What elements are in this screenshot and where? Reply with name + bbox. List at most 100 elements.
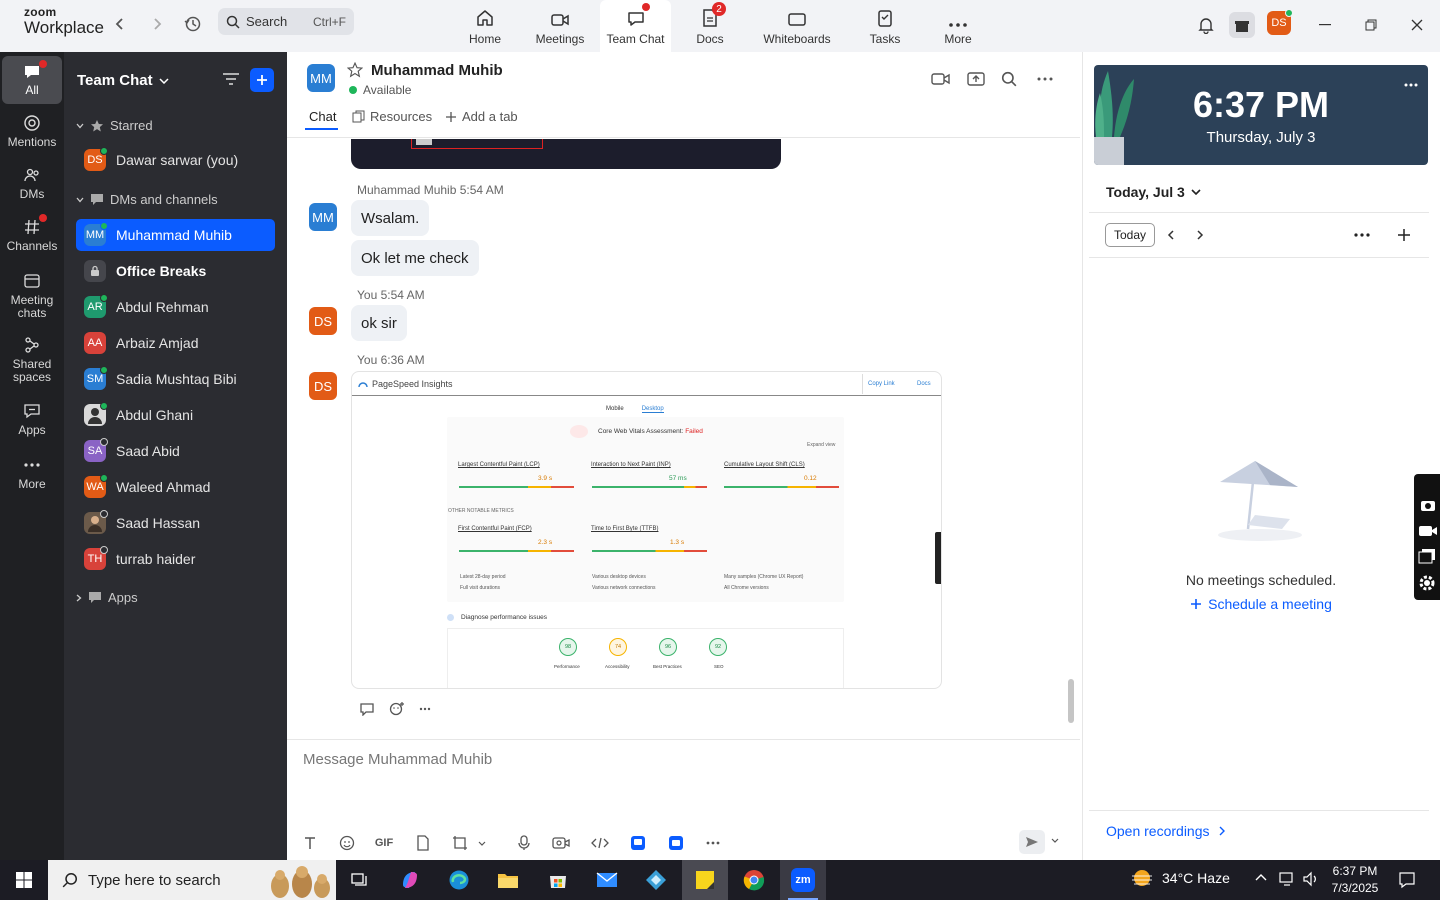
contact-avatar[interactable]: MM xyxy=(307,64,335,92)
next-day-icon[interactable] xyxy=(1196,229,1204,241)
camera-icon[interactable] xyxy=(1420,498,1436,512)
message-input[interactable]: Message Muhammad Muhib xyxy=(303,751,492,768)
minimize-icon[interactable] xyxy=(1312,12,1338,38)
rail-item-mentions[interactable]: Mentions xyxy=(2,114,62,149)
tab-resources[interactable]: Resources xyxy=(352,109,432,124)
rail-item-dms[interactable]: DMs xyxy=(2,166,62,201)
network-icon[interactable] xyxy=(1278,871,1296,887)
app-diamond-icon[interactable] xyxy=(636,864,676,896)
tab-tasks[interactable]: Tasks xyxy=(864,0,906,52)
settings-gear-icon[interactable] xyxy=(1418,574,1436,592)
more-dots-icon[interactable] xyxy=(1404,83,1418,87)
file-attach-icon[interactable] xyxy=(412,832,434,854)
video-record-icon[interactable] xyxy=(1418,524,1438,538)
my-avatar[interactable]: DS xyxy=(309,307,337,335)
app-integration-icon[interactable] xyxy=(627,832,649,854)
screenshot-icon[interactable] xyxy=(449,832,471,854)
sidebar-item-turrab-haider[interactable]: TH turrab haider xyxy=(76,543,275,575)
apps-section[interactable]: Apps xyxy=(76,590,138,605)
forward-arrow-icon[interactable] xyxy=(147,14,167,34)
sidebar-item-saad-hassan[interactable]: Saad Hassan xyxy=(76,507,275,539)
message-bubble[interactable]: Ok let me check xyxy=(351,240,479,276)
back-arrow-icon[interactable] xyxy=(110,14,130,34)
text-format-icon[interactable] xyxy=(299,832,321,854)
today-button[interactable]: Today xyxy=(1105,223,1156,247)
add-event-icon[interactable] xyxy=(1397,228,1411,242)
emoji-reaction-icon[interactable] xyxy=(389,701,405,717)
more-options-icon[interactable] xyxy=(1037,77,1053,81)
schedule-meeting-link[interactable]: Schedule a meeting xyxy=(1083,596,1439,612)
tab-home[interactable]: Home xyxy=(460,0,510,52)
zoom-app-icon[interactable]: zm xyxy=(780,860,826,900)
rail-item-more[interactable]: More xyxy=(2,456,62,491)
microphone-icon[interactable] xyxy=(513,832,535,854)
user-avatar[interactable]: DS xyxy=(1267,9,1293,35)
notification-center-icon[interactable] xyxy=(1398,871,1416,889)
rail-item-meeting-chats[interactable]: Meeting chats xyxy=(2,272,62,320)
tab-meetings[interactable]: Meetings xyxy=(528,0,592,52)
app-integration-icon[interactable] xyxy=(665,832,687,854)
search-input[interactable]: Search Ctrl+F xyxy=(218,8,354,35)
chrome-browser-icon[interactable] xyxy=(734,864,774,896)
search-icon[interactable] xyxy=(1001,71,1017,87)
sidebar-item-dawar-sarwar[interactable]: DS Dawar sarwar (you) xyxy=(76,144,275,176)
task-view-icon[interactable] xyxy=(340,864,380,896)
file-explorer-icon[interactable] xyxy=(488,864,528,896)
mail-icon[interactable] xyxy=(587,864,627,896)
close-icon[interactable] xyxy=(1404,12,1430,38)
reply-icon[interactable] xyxy=(359,702,375,716)
show-hidden-icons-chevron-icon[interactable] xyxy=(1255,873,1267,881)
chevron-down-icon[interactable] xyxy=(475,832,489,854)
sidebar-item-saad-abid[interactable]: SA Saad Abid xyxy=(76,435,275,467)
weather-widget[interactable]: 34°C Haze xyxy=(1130,868,1230,888)
send-button[interactable] xyxy=(1019,830,1045,854)
chat-scrollbar[interactable] xyxy=(1068,679,1074,723)
contact-name[interactable]: Muhammad Muhib xyxy=(371,62,503,79)
rail-item-apps[interactable]: Apps xyxy=(2,402,62,437)
notification-bell-icon[interactable] xyxy=(1193,12,1219,38)
more-dots-icon[interactable] xyxy=(419,707,431,711)
tab-team-chat[interactable]: Team Chat xyxy=(600,0,671,52)
sidebar-title[interactable]: Team Chat xyxy=(77,72,169,89)
sidebar-item-abdul-ghani[interactable]: Abdul Ghani xyxy=(76,399,275,431)
sticky-notes-icon[interactable] xyxy=(682,860,728,900)
sidebar-item-arbaiz-amjad[interactable]: AA Arbaiz Amjad xyxy=(76,327,275,359)
code-snippet-icon[interactable] xyxy=(589,832,611,854)
taskbar-search-input[interactable]: Type here to search xyxy=(48,860,336,900)
more-dots-icon[interactable] xyxy=(702,832,724,854)
gif-button[interactable]: GIF xyxy=(373,832,395,854)
filter-icon[interactable] xyxy=(222,72,240,86)
rail-item-channels[interactable]: Channels xyxy=(2,214,62,253)
tab-chat[interactable]: Chat xyxy=(309,109,336,124)
sender-avatar[interactable]: MM xyxy=(309,203,337,231)
microsoft-store-icon[interactable] xyxy=(538,864,578,896)
shared-image-previous[interactable] xyxy=(351,139,781,169)
restore-icon[interactable] xyxy=(1358,12,1384,38)
window-icon[interactable] xyxy=(1418,548,1436,564)
message-bubble[interactable]: ok sir xyxy=(351,305,407,341)
sidebar-item-waleed-ahmad[interactable]: WA Waleed Ahmad xyxy=(76,471,275,503)
volume-icon[interactable] xyxy=(1302,871,1320,887)
chevron-down-icon[interactable] xyxy=(1051,838,1059,843)
history-icon[interactable] xyxy=(183,14,203,34)
sidebar-item-office-breaks[interactable]: Office Breaks xyxy=(76,255,275,287)
sidebar-item-abdul-rehman[interactable]: AR Abdul Rehman xyxy=(76,291,275,323)
tab-whiteboards[interactable]: Whiteboards xyxy=(760,0,834,52)
taskbar-clock[interactable]: 6:37 PM 7/3/2025 xyxy=(1327,863,1383,897)
shared-image-pagespeed[interactable]: PageSpeed Insights Copy Link Docs Mobile… xyxy=(351,371,942,689)
new-chat-button[interactable] xyxy=(250,68,274,92)
my-avatar[interactable]: DS xyxy=(309,372,337,400)
sidebar-item-sadia-mushtaq-bibi[interactable]: SM Sadia Mushtaq Bibi xyxy=(76,363,275,395)
tab-docs[interactable]: 2 Docs xyxy=(688,0,732,52)
date-selector[interactable]: Today, Jul 3 xyxy=(1106,184,1201,200)
rail-item-shared-spaces[interactable]: Shared spaces xyxy=(2,336,62,384)
windows-start-icon[interactable] xyxy=(4,864,44,896)
sidebar-item-muhammad-muhib[interactable]: MM Muhammad Muhib xyxy=(76,219,275,251)
dms-section[interactable]: DMs and channels xyxy=(76,192,218,207)
star-icon[interactable] xyxy=(347,62,363,78)
message-bubble[interactable]: Wsalam. xyxy=(351,200,430,236)
open-recordings-link[interactable]: Open recordings xyxy=(1106,823,1225,839)
tab-more[interactable]: More xyxy=(937,0,979,52)
edge-browser-icon[interactable] xyxy=(439,864,479,896)
rail-item-all[interactable]: All xyxy=(2,56,62,104)
